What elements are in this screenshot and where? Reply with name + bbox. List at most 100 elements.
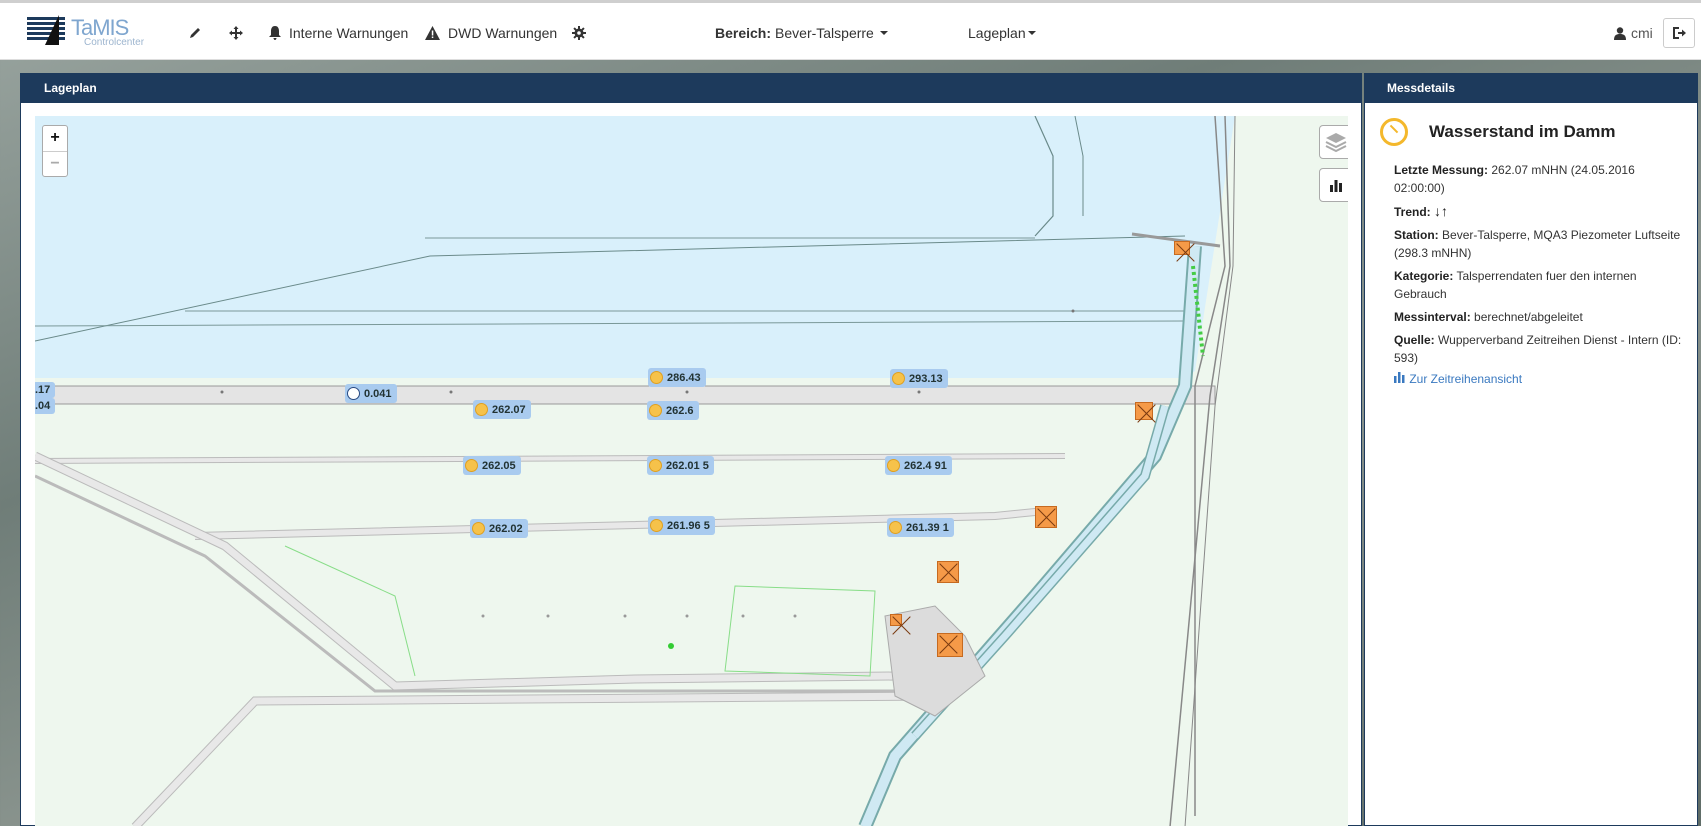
measurement-marker[interactable]: 261.39 1 xyxy=(887,518,954,537)
marker-value: 261.96 5 xyxy=(667,519,710,532)
source-value: Wupperverband Zeitreihen Dienst - Intern… xyxy=(1394,333,1682,365)
zoom-in-button[interactable]: + xyxy=(43,126,67,151)
measurement-marker[interactable]: .04 xyxy=(35,398,56,414)
interval-value: berechnet/abgeleitet xyxy=(1474,310,1583,324)
user-icon xyxy=(1614,26,1626,40)
logout-icon xyxy=(1673,27,1686,39)
user-menu[interactable]: cmi xyxy=(1614,23,1653,43)
trend-arrows-icon: ↓↑ xyxy=(1434,203,1449,219)
measurement-marker[interactable]: 261.96 5 xyxy=(648,516,715,535)
gauge-icon xyxy=(650,519,663,532)
gauge-icon xyxy=(889,521,902,534)
marker-value: 262.05 xyxy=(482,459,516,472)
gauge-icon xyxy=(892,372,905,385)
gauge-icon xyxy=(472,522,485,535)
marker-value: 286.43 xyxy=(667,371,701,384)
measurement-marker[interactable]: 286.43 xyxy=(648,368,706,387)
source-row: Quelle: Wupperverband Zeitreihen Dienst … xyxy=(1394,331,1683,367)
chevron-down-icon xyxy=(1027,31,1036,35)
building-marker[interactable] xyxy=(1035,506,1057,528)
internal-warnings-label: Interne Warnungen xyxy=(289,25,409,41)
bar-chart-icon xyxy=(1394,372,1405,383)
measurement-marker[interactable]: .17 xyxy=(35,382,56,398)
area-value: Bever-Talsperre xyxy=(775,25,874,41)
measurement-marker[interactable]: 0.041 xyxy=(345,384,397,403)
internal-warnings-button[interactable]: Interne Warnungen xyxy=(269,23,408,43)
measurement-marker[interactable]: 262.6 xyxy=(647,401,699,420)
details-content: Wasserstand im Damm Letzte Messung: 262.… xyxy=(1365,103,1697,386)
view-value: Lageplan xyxy=(968,25,1026,41)
warning-triangle-icon xyxy=(425,26,440,40)
details-panel: Messdetails Wasserstand im Damm Letzte M… xyxy=(1364,73,1698,826)
marker-value: 262.01 5 xyxy=(666,459,709,472)
category-label: Kategorie: xyxy=(1394,269,1454,283)
map-panel-title: Lageplan xyxy=(21,74,1361,103)
zoom-out-button[interactable]: − xyxy=(43,151,67,176)
marker-value: 262.4 91 xyxy=(904,459,947,472)
category-row: Kategorie: Talsperrendaten fuer den inte… xyxy=(1394,267,1683,303)
marker-value: 0.041 xyxy=(364,387,392,400)
chevron-down-icon xyxy=(879,31,888,35)
settings-button[interactable] xyxy=(572,23,586,43)
zoom-control: + − xyxy=(42,125,68,177)
measurement-marker[interactable]: 262.05 xyxy=(463,456,521,475)
bar-chart-icon xyxy=(1330,180,1342,192)
timeseries-link-label: Zur Zeitreihenansicht xyxy=(1409,372,1523,386)
move-button[interactable] xyxy=(229,23,243,43)
gauge-icon xyxy=(887,459,900,472)
timeseries-link[interactable]: Zur Zeitreihenansicht xyxy=(1394,372,1683,386)
area-dropdown[interactable]: Bereich: Bever-Talsperre xyxy=(715,23,888,43)
building-marker[interactable] xyxy=(1135,402,1153,420)
gauge-icon xyxy=(465,459,478,472)
marker-value: 293.13 xyxy=(909,372,943,385)
last-measurement-row: Letzte Messung: 262.07 mNHN (24.05.2016 … xyxy=(1394,161,1683,197)
app-logo[interactable]: TaMIS Controlcenter xyxy=(27,15,153,48)
layers-button[interactable] xyxy=(1319,125,1348,159)
marker-value: 261.39 1 xyxy=(906,521,949,534)
measurement-marker[interactable]: 262.01 5 xyxy=(647,456,714,475)
measurement-marker[interactable]: 262.02 xyxy=(470,519,528,538)
building-marker[interactable] xyxy=(1174,241,1190,255)
logo-subtext: Controlcenter xyxy=(84,37,145,48)
bell-icon xyxy=(269,26,281,40)
gauge-icon xyxy=(649,404,662,417)
chart-button[interactable] xyxy=(1319,168,1348,202)
trend-label: Trend: xyxy=(1394,205,1431,219)
details-panel-title: Messdetails xyxy=(1365,74,1697,103)
gauge-icon xyxy=(650,371,663,384)
dwd-warnings-button[interactable]: DWD Warnungen xyxy=(425,23,557,43)
user-name: cmi xyxy=(1631,25,1653,41)
gauge-icon xyxy=(475,403,488,416)
measurement-title: Wasserstand im Damm xyxy=(1429,122,1616,141)
site-map[interactable]: + − .17 .04 0.041 286.43 293.13 262.07 2… xyxy=(35,116,1348,826)
logout-button[interactable] xyxy=(1663,18,1695,48)
map-panel: Lageplan + − .17 .04 0.041 286.43 293.13… xyxy=(20,73,1362,826)
measurement-marker[interactable]: 293.13 xyxy=(890,369,948,388)
marker-value: .17 xyxy=(35,384,51,396)
gauge-icon xyxy=(1380,118,1408,146)
station-label: Station: xyxy=(1394,228,1439,242)
top-navbar: TaMIS Controlcenter Interne Warnungen DW… xyxy=(0,0,1701,60)
interval-row: Messinterval: berechnet/abgeleitet xyxy=(1394,308,1683,326)
layers-icon xyxy=(1325,133,1347,153)
last-measurement-label: Letzte Messung: xyxy=(1394,163,1489,177)
view-dropdown[interactable]: Lageplan xyxy=(968,23,1036,43)
area-label: Bereich: xyxy=(715,25,772,41)
gauge-icon xyxy=(649,459,662,472)
pencil-icon xyxy=(190,28,200,38)
building-marker[interactable] xyxy=(890,614,902,626)
interval-label: Messinterval: xyxy=(1394,310,1471,324)
measurement-marker[interactable]: 262.07 xyxy=(473,400,531,419)
dwd-warnings-label: DWD Warnungen xyxy=(448,25,558,41)
measurement-marker[interactable]: 262.4 91 xyxy=(885,456,952,475)
building-marker[interactable] xyxy=(937,633,963,657)
logo-triangle xyxy=(45,15,59,45)
marker-value: 262.6 xyxy=(666,404,694,417)
source-label: Quelle: xyxy=(1394,333,1435,347)
marker-value: .04 xyxy=(35,400,51,412)
trend-row: Trend: ↓↑ xyxy=(1394,202,1683,221)
gauge-icon xyxy=(347,387,360,400)
move-icon xyxy=(229,26,243,40)
edit-button[interactable] xyxy=(188,23,202,43)
building-marker[interactable] xyxy=(937,561,959,583)
